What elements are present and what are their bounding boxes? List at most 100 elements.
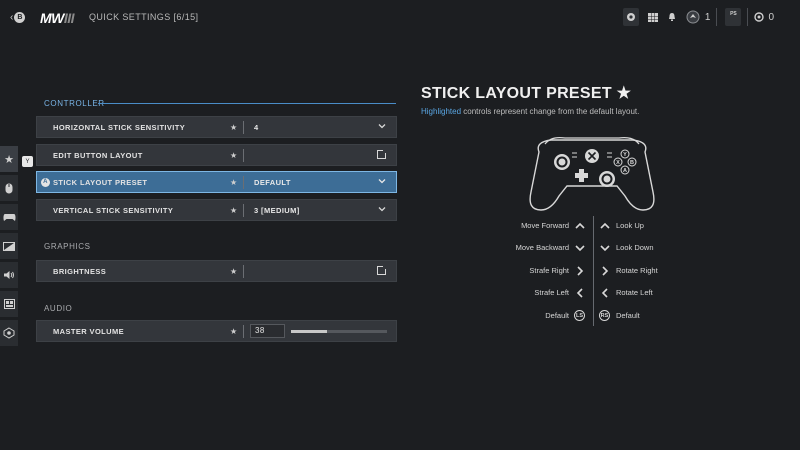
interface-icon: [3, 299, 15, 309]
setting-label: BRIGHTNESS: [53, 266, 107, 276]
currency-count: 0: [768, 11, 774, 23]
mapping-right-1: Look Up: [616, 221, 644, 230]
mapping-left-4: Strafe Left: [534, 288, 569, 297]
controller-diagram: Y X B A: [529, 136, 655, 211]
favorite-star-icon[interactable]: ★: [230, 178, 238, 187]
grid-icon[interactable]: [647, 7, 658, 27]
setting-label: HORIZONTAL STICK SENSITIVITY: [53, 122, 186, 132]
mapping-right-5: Default: [616, 311, 640, 320]
external-link-icon: [377, 265, 387, 275]
rail-interface[interactable]: [0, 291, 18, 317]
svg-text:B: B: [630, 160, 634, 166]
favorite-star-icon[interactable]: ★: [230, 206, 238, 215]
svg-text:A: A: [623, 168, 627, 174]
section-graphics: GRAPHICS: [44, 242, 91, 251]
mapping-divider: [593, 216, 594, 326]
volume-value-field[interactable]: 38: [250, 324, 285, 338]
chevron-left-icon: ‹: [10, 11, 14, 23]
setting-label: MASTER VOLUME: [53, 326, 125, 336]
left-stick-icon: LS: [574, 310, 585, 321]
divider: [716, 8, 718, 26]
mapping-right-4: Rotate Left: [616, 288, 653, 297]
mapping-right-2: Look Down: [616, 243, 654, 252]
headset-icon[interactable]: [622, 8, 639, 26]
svg-text:X: X: [616, 160, 620, 166]
arrow-up-icon: [600, 222, 610, 229]
setting-value: 3 [MEDIUM]: [254, 205, 300, 215]
star-icon: ★: [616, 85, 632, 102]
gamepad-icon: [2, 213, 16, 221]
network-icon: [3, 327, 15, 339]
chevron-down-icon: [378, 207, 386, 212]
setting-label: EDIT BUTTON LAYOUT: [53, 150, 143, 160]
top-bar: ‹ B MWIII QUICK SETTINGS [6/15] 1 PS 0: [0, 0, 800, 34]
mapping-left-2: Move Backward: [515, 243, 569, 252]
chevron-down-icon: [378, 124, 386, 129]
volume-slider-fill: [291, 330, 328, 333]
setting-label: VERTICAL STICK SENSITIVITY: [53, 205, 174, 215]
audio-icon: [4, 271, 14, 279]
setting-brightness[interactable]: BRIGHTNESS ★: [36, 260, 397, 282]
rail-audio[interactable]: [0, 262, 18, 288]
rail-favorites[interactable]: ★: [0, 146, 18, 172]
player-count: 1: [704, 11, 711, 23]
arrow-down-icon: [600, 245, 610, 252]
setting-edit-button-layout[interactable]: EDIT BUTTON LAYOUT ★: [36, 144, 397, 166]
favorite-star-icon[interactable]: ★: [230, 123, 238, 132]
divider: [747, 8, 749, 26]
panel-title: STICK LAYOUT PRESET ★: [421, 85, 632, 102]
rail-network[interactable]: [0, 320, 18, 346]
arrow-left-icon: [576, 288, 583, 298]
divider: [243, 176, 244, 189]
mapping-left-5: Default: [545, 311, 569, 320]
b-button-icon: B: [14, 11, 26, 23]
mapping-right-3: Rotate Right: [616, 266, 658, 275]
panel-subtitle: Highlighted controls represent change fr…: [421, 107, 640, 116]
setting-stick-layout-preset[interactable]: A STICK LAYOUT PRESET ★ DEFAULT: [36, 171, 397, 193]
divider: [243, 265, 244, 278]
divider: [243, 204, 244, 217]
back-button[interactable]: ‹ B: [10, 9, 30, 25]
divider: [243, 149, 244, 162]
y-button-icon: Y: [22, 156, 33, 167]
mapping-left-1: Move Forward: [521, 221, 569, 230]
section-divider: [98, 103, 396, 104]
game-logo: MWIII: [40, 10, 75, 26]
bell-icon[interactable]: [667, 7, 677, 27]
right-stick-icon: RS: [599, 310, 610, 321]
breadcrumb: QUICK SETTINGS [6/15]: [89, 12, 199, 22]
favorite-star-icon[interactable]: ★: [230, 151, 238, 160]
setting-master-volume[interactable]: MASTER VOLUME ★ 38: [36, 320, 397, 342]
category-rail: ★: [0, 146, 20, 349]
arrow-left-icon: [601, 288, 608, 298]
profile-icon[interactable]: PS: [725, 8, 742, 26]
rail-graphics[interactable]: [0, 233, 18, 259]
volume-slider[interactable]: [291, 330, 387, 333]
arrow-right-icon: [577, 266, 584, 276]
a-button-icon: A: [41, 177, 50, 187]
external-link-icon: [377, 149, 387, 159]
star-icon: ★: [4, 153, 14, 166]
divider: [243, 325, 244, 338]
arrow-right-icon: [602, 266, 609, 276]
setting-horizontal-stick-sensitivity[interactable]: HORIZONTAL STICK SENSITIVITY ★ 4: [36, 116, 397, 138]
favorite-star-icon[interactable]: ★: [230, 327, 238, 336]
currency-icon: [754, 7, 765, 27]
arrow-down-icon: [575, 245, 585, 252]
rail-mouse[interactable]: [0, 175, 18, 201]
section-controller: CONTROLLER: [44, 99, 105, 108]
mouse-icon: [5, 183, 13, 193]
divider: [243, 121, 244, 134]
graphics-icon: [3, 241, 15, 251]
svg-text:Y: Y: [623, 152, 627, 158]
arrow-up-icon: [575, 222, 585, 229]
setting-vertical-stick-sensitivity[interactable]: VERTICAL STICK SENSITIVITY ★ 3 [MEDIUM]: [36, 199, 397, 221]
mapping-left-3: Strafe Right: [529, 266, 569, 275]
section-audio: AUDIO: [44, 304, 73, 313]
top-icons: 1 PS 0: [617, 6, 800, 28]
chevron-down-icon: [378, 179, 386, 184]
favorite-star-icon[interactable]: ★: [230, 267, 238, 276]
setting-value: 4: [254, 122, 259, 132]
player-level-icon[interactable]: [686, 7, 700, 27]
rail-controller[interactable]: [0, 204, 18, 230]
